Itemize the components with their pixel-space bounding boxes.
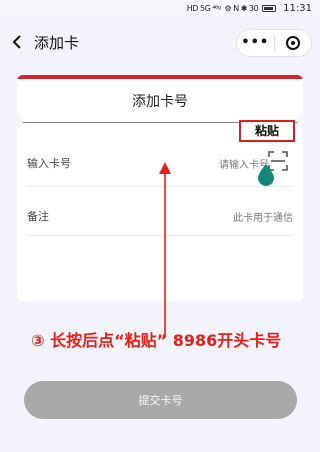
submit-card-button[interactable]: 提交卡号 (24, 381, 297, 419)
close-mini-program-button[interactable] (274, 30, 311, 56)
card-title: 添加卡号 (132, 94, 188, 110)
battery-icon (262, 4, 277, 12)
instruction-annotation: ③ 长按后点“粘贴” 8986开头卡号 (31, 331, 282, 350)
status-bar: HD 5G ⁴⁶ᵍ ⚙ N ✱ 30 11:31 (0, 0, 320, 16)
page-title: 添加卡 (34, 34, 80, 52)
more-options-button[interactable]: ••• (237, 30, 274, 56)
paste-button[interactable]: 粘贴 (239, 120, 295, 142)
network-status-icons: HD 5G ⁴⁶ᵍ (186, 3, 221, 13)
remark-input[interactable]: 此卡用于通信 (233, 209, 293, 224)
status-time: 11:31 (283, 2, 312, 14)
back-arrow-icon[interactable] (9, 33, 25, 51)
card-number-label: 输入卡号 (27, 157, 71, 170)
annotation-arrow-icon (159, 162, 171, 338)
close-circle-icon (285, 36, 300, 50)
nav-header: 添加卡 ••• (0, 16, 320, 68)
remark-label: 备注 (27, 210, 49, 223)
touch-marker-icon (258, 164, 274, 186)
mini-program-capsule: ••• (236, 29, 312, 57)
system-status-icons: ⚙ N ✱ 30 (224, 3, 259, 13)
card-notch-right (297, 116, 303, 128)
card-accent-line (17, 75, 303, 79)
